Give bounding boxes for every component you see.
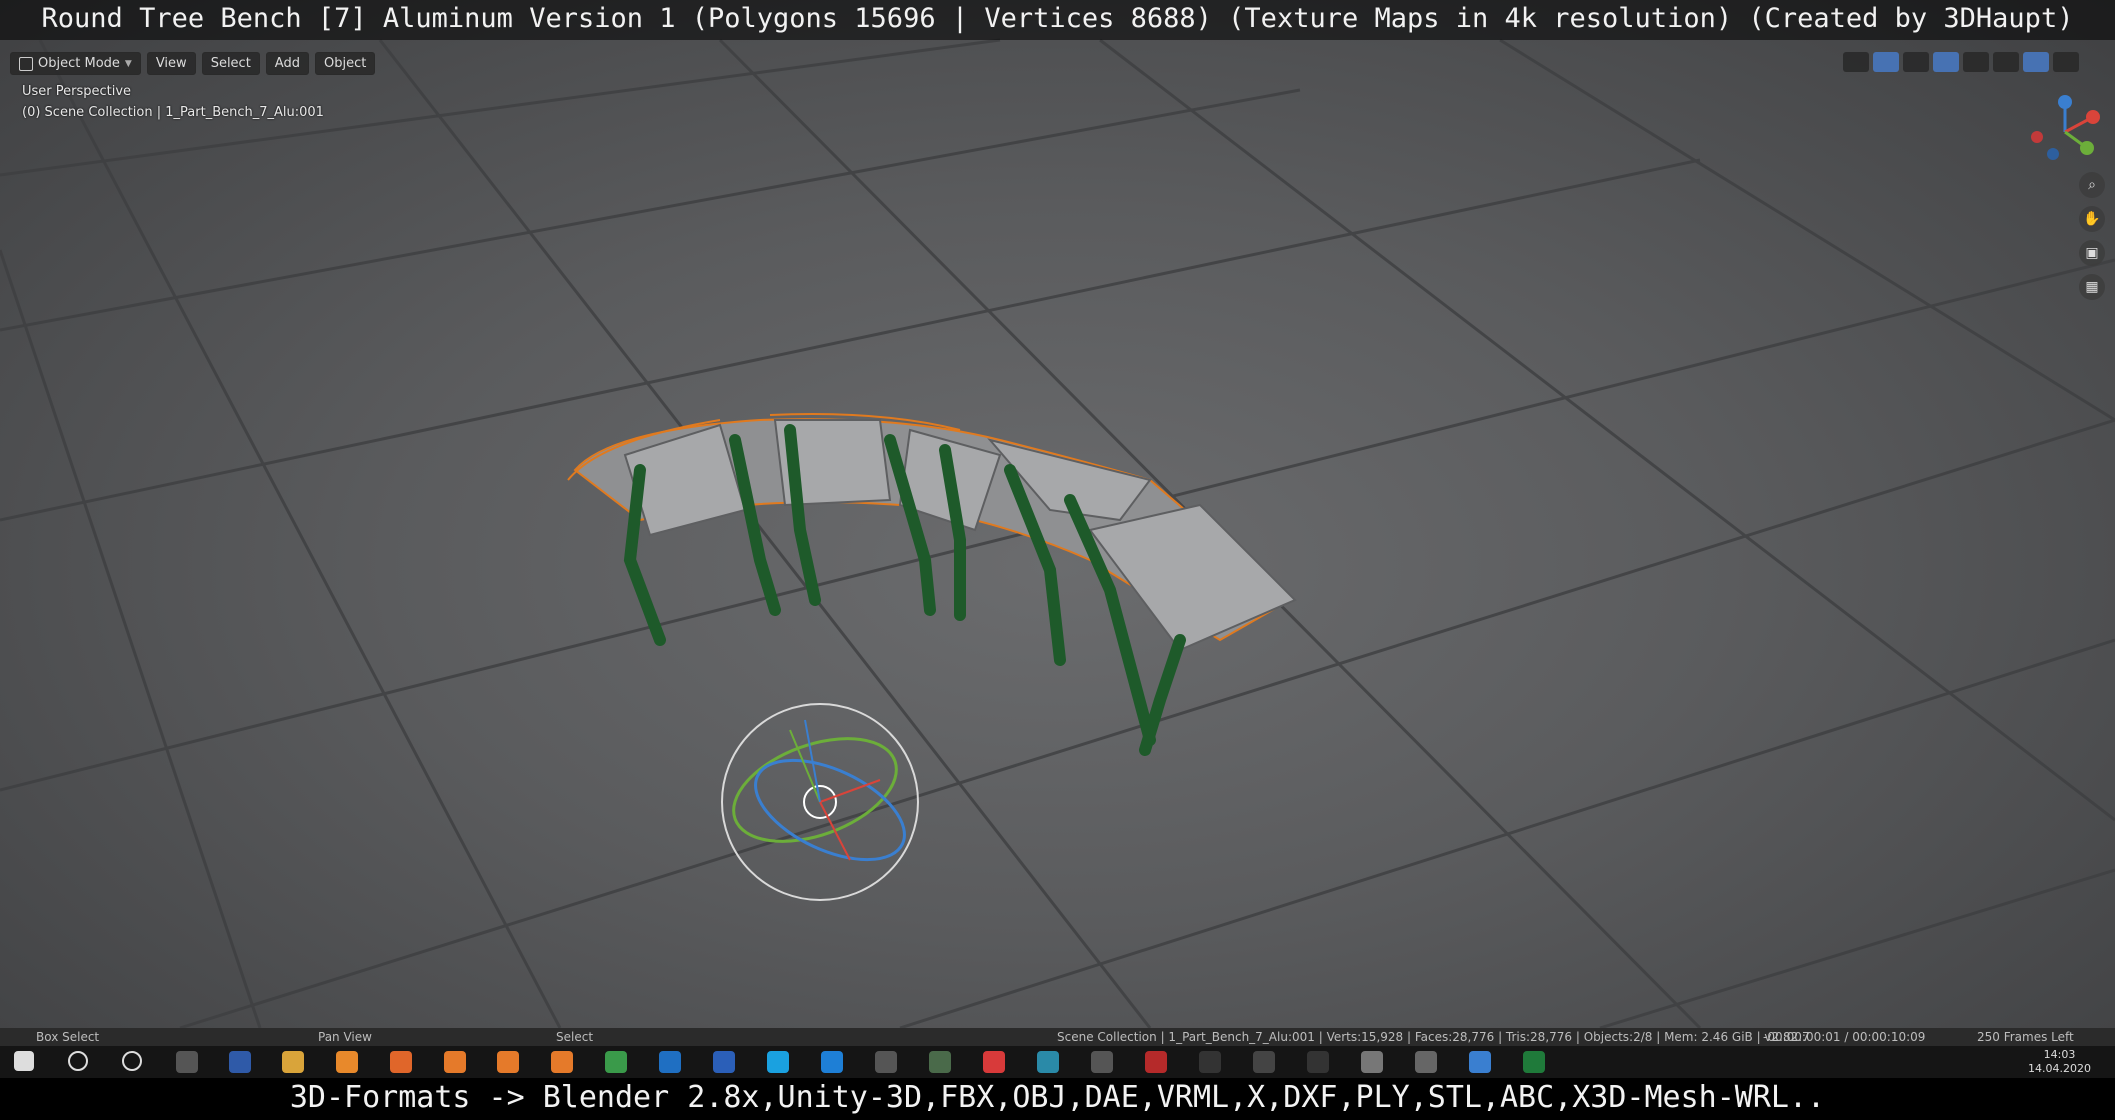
camera-icon[interactable]: ▣ (2079, 240, 2105, 266)
save-app-icon[interactable] (229, 1051, 251, 1073)
app-icon-4[interactable] (1037, 1051, 1059, 1073)
app-icon-1[interactable] (336, 1051, 358, 1073)
object-mode-dropdown[interactable]: Object Mode ▼ (10, 52, 141, 75)
navigation-gizmo[interactable] (2025, 92, 2105, 172)
xray-button[interactable] (1933, 52, 1959, 72)
blender-icon-3[interactable] (551, 1051, 573, 1073)
status-bar: Box Select Pan View Select Scene Collect… (0, 1028, 2115, 1046)
viewport-nav-controls: ⌕ ✋ ▣ ▦ (2079, 172, 2105, 300)
viewport-header: Object Mode ▼ View Select Add Object (10, 52, 376, 75)
status-box-select: Box Select (36, 1030, 100, 1044)
perspective-label: User Perspective (22, 84, 132, 99)
3d-viewport[interactable]: Object Mode ▼ View Select Add Object Use… (0, 0, 2115, 1028)
status-timecode: -00:00:00:01 / 00:00:10:09 (1763, 1030, 1926, 1044)
taskbar-clock[interactable]: 14:03 14.04.2020 (2028, 1048, 2091, 1076)
status-pan-view: Pan View (318, 1030, 372, 1044)
outlook-icon[interactable] (659, 1051, 681, 1073)
transform-gizmo (721, 703, 919, 901)
visibility-button[interactable] (1843, 52, 1869, 72)
search-icon[interactable] (68, 1051, 88, 1071)
firefox-icon[interactable] (390, 1051, 412, 1073)
app-icon-2[interactable] (929, 1051, 951, 1073)
zoom-icon[interactable]: ⌕ (2079, 172, 2105, 198)
select-menu[interactable]: Select (201, 52, 260, 75)
pan-hand-icon[interactable]: ✋ (2079, 206, 2105, 232)
image-viewer-icon[interactable] (605, 1051, 627, 1073)
app-icon-3[interactable] (983, 1051, 1005, 1073)
app-icon-7[interactable] (1307, 1051, 1329, 1073)
bench-model (567, 413, 1297, 756)
3d-box-icon[interactable] (875, 1051, 897, 1073)
title-caption: Round Tree Bench [7] Aluminum Version 1 … (0, 0, 2115, 40)
app-icon-6[interactable] (1253, 1051, 1275, 1073)
formats-caption: 3D-Formats -> Blender 2.8x,Unity-3D,FBX,… (0, 1078, 2115, 1120)
blender-icon-1[interactable] (444, 1051, 466, 1073)
skype-icon[interactable] (767, 1051, 789, 1073)
object-mode-icon (19, 56, 33, 71)
app-icon-5[interactable] (1091, 1051, 1113, 1073)
cortana-icon[interactable] (122, 1051, 142, 1071)
maps-icon[interactable] (1469, 1051, 1491, 1073)
view-menu[interactable]: View (146, 52, 196, 75)
app-icon-8[interactable] (1361, 1051, 1383, 1073)
calculator-icon[interactable] (1415, 1051, 1437, 1073)
unity-icon[interactable] (1199, 1051, 1221, 1073)
status-select: Select (556, 1030, 594, 1044)
excel-icon[interactable] (1523, 1051, 1545, 1073)
windows-start-icon[interactable] (14, 1051, 34, 1071)
chevron-down-icon: ▼ (124, 58, 132, 69)
task-view-icon[interactable] (176, 1051, 198, 1073)
status-frames-left: 250 Frames Left (1977, 1030, 2074, 1044)
status-scene-info: Scene Collection | 1_Part_Bench_7_Alu:00… (1057, 1030, 1810, 1044)
floor-tiles (0, 38, 2115, 1028)
rendered-shading-button[interactable] (2053, 52, 2079, 72)
word-icon[interactable] (713, 1051, 735, 1073)
grid-icon[interactable]: ▦ (2079, 274, 2105, 300)
material-shading-button[interactable] (2023, 52, 2049, 72)
overlay-button[interactable] (1903, 52, 1929, 72)
viewport-right-toolbar (1843, 52, 2079, 72)
object-menu[interactable]: Object (314, 52, 376, 75)
gizmo-toggle-button[interactable] (1873, 52, 1899, 72)
edge-icon[interactable] (821, 1051, 843, 1073)
collection-label: (0) Scene Collection | 1_Part_Bench_7_Al… (22, 105, 324, 120)
add-menu[interactable]: Add (265, 52, 309, 75)
file-explorer-icon[interactable] (282, 1051, 304, 1073)
wireframe-shading-button[interactable] (1963, 52, 1989, 72)
windows-taskbar: 14:03 14.04.2020 (0, 1046, 2115, 1078)
blender-icon-2[interactable] (497, 1051, 519, 1073)
solid-shading-button[interactable] (1993, 52, 2019, 72)
acrobat-icon[interactable] (1145, 1051, 1167, 1073)
